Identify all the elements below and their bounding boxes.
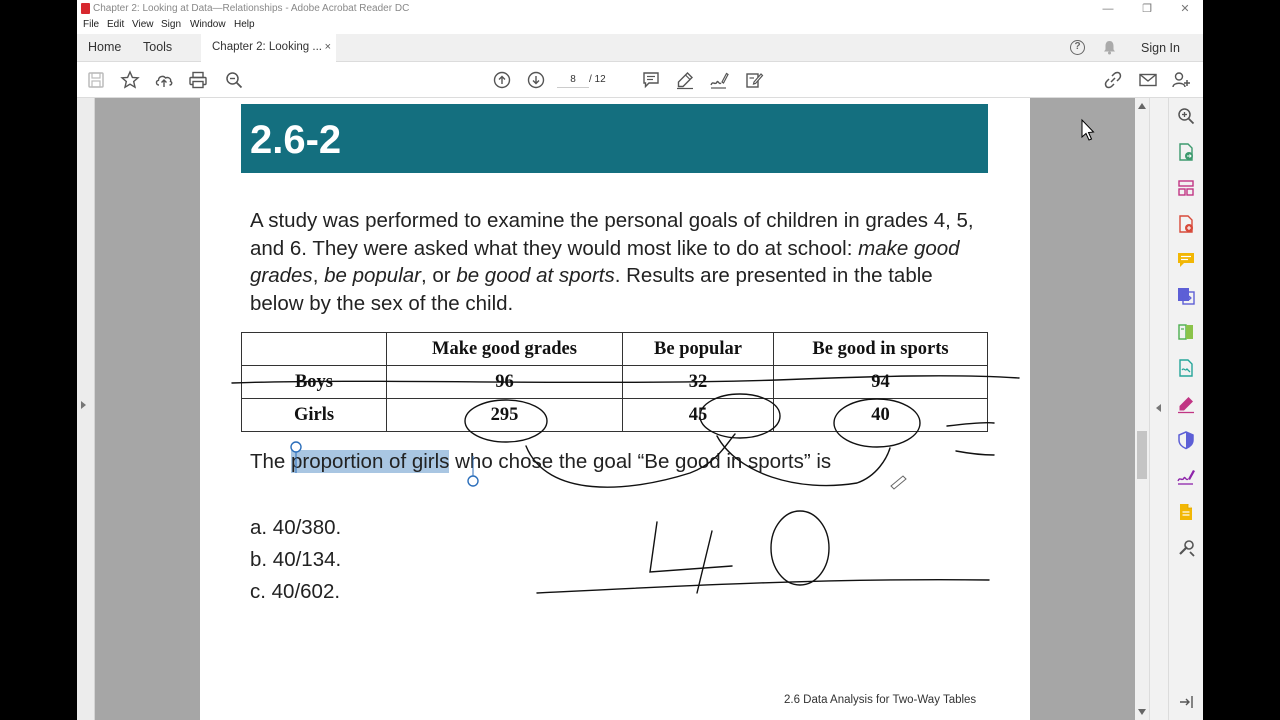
page-footer: 2.6 Data Analysis for Two-Way Tables bbox=[784, 694, 977, 706]
email-icon[interactable] bbox=[1138, 70, 1158, 90]
scan-icon[interactable] bbox=[1176, 502, 1196, 522]
combine-files-icon[interactable] bbox=[1176, 286, 1196, 306]
table-header-cell bbox=[241, 332, 387, 366]
more-tools-icon[interactable] bbox=[1176, 538, 1196, 558]
create-pdf-icon[interactable] bbox=[1176, 214, 1196, 234]
organize-pages-icon[interactable] bbox=[1176, 178, 1196, 198]
acrobat-window: Chapter 2: Looking at Data—Relationships… bbox=[77, 0, 1203, 720]
answer-option-c: c. 40/602. bbox=[250, 580, 341, 603]
restore-button[interactable]: ❐ bbox=[1132, 1, 1162, 17]
table-cell: 45 bbox=[622, 398, 774, 432]
table-cell: 295 bbox=[386, 398, 623, 432]
tab-home[interactable]: Home bbox=[88, 34, 121, 62]
menu-sign[interactable]: Sign bbox=[161, 19, 181, 30]
question-text: A study was performed to examine the per… bbox=[250, 209, 974, 315]
table-row: Boys 96 32 94 bbox=[241, 365, 988, 399]
comment-tool-icon[interactable] bbox=[1176, 250, 1196, 270]
zoom-out-icon[interactable] bbox=[224, 70, 244, 90]
tab-close-icon[interactable]: × bbox=[325, 34, 331, 61]
save-icon[interactable] bbox=[86, 70, 106, 90]
answer-option-b: b. 40/134. bbox=[250, 548, 342, 571]
print-icon[interactable] bbox=[188, 70, 208, 90]
close-window-button[interactable]: ✕ bbox=[1170, 1, 1200, 17]
scroll-down-icon[interactable] bbox=[1138, 709, 1146, 715]
bookmark-star-icon[interactable] bbox=[120, 70, 140, 90]
title-bar: Chapter 2: Looking at Data—Relationships… bbox=[77, 0, 1203, 18]
compress-pdf-icon[interactable] bbox=[1176, 322, 1196, 342]
table-cell: 32 bbox=[622, 365, 774, 399]
tab-bar: Home Tools Chapter 2: Looking ... × ? Si… bbox=[77, 34, 1203, 62]
minimize-button[interactable]: — bbox=[1093, 1, 1123, 17]
highlight-pen-icon[interactable] bbox=[675, 70, 695, 90]
mouse-pointer-icon bbox=[1081, 118, 1095, 141]
scrollbar-thumb[interactable] bbox=[1137, 431, 1147, 479]
upload-icon[interactable] bbox=[154, 70, 174, 90]
page-total: / 12 bbox=[589, 74, 606, 85]
add-user-icon[interactable] bbox=[1171, 70, 1191, 90]
navigation-pane-toggle[interactable] bbox=[77, 98, 95, 720]
send-for-signature-icon[interactable] bbox=[1176, 358, 1196, 378]
two-way-table: Make good grades Be popular Be good in s… bbox=[241, 332, 988, 432]
vertical-scrollbar[interactable] bbox=[1135, 98, 1149, 720]
tab-tools[interactable]: Tools bbox=[143, 34, 172, 62]
section-banner: 2.6-2 bbox=[241, 104, 988, 173]
prompt-text[interactable]: The proportion of girls who chose the go… bbox=[250, 449, 831, 475]
tools-pane bbox=[1149, 98, 1203, 720]
share-link-icon[interactable] bbox=[1103, 70, 1123, 90]
table-header-row: Make good grades Be popular Be good in s… bbox=[241, 332, 988, 366]
table-header-cell: Make good grades bbox=[386, 332, 623, 366]
comment-icon[interactable] bbox=[641, 70, 661, 90]
pdf-page[interactable]: 2.6-2 A study was performed to examine t… bbox=[200, 98, 1030, 720]
acrobat-pdf-icon bbox=[81, 3, 90, 14]
collapse-arrow-icon[interactable] bbox=[1156, 404, 1161, 412]
tab-document[interactable]: Chapter 2: Looking ... × bbox=[201, 34, 336, 62]
menu-window[interactable]: Window bbox=[190, 19, 226, 30]
answer-option-a: a. 40/380. bbox=[250, 516, 342, 539]
selected-text-highlight[interactable]: proportion of girls bbox=[291, 450, 450, 473]
table-cell: 40 bbox=[773, 398, 988, 432]
sign-icon[interactable] bbox=[709, 70, 729, 90]
page-number-input[interactable]: 8 bbox=[557, 72, 589, 88]
section-number: 2.6-2 bbox=[250, 118, 342, 162]
collapse-panel-icon[interactable] bbox=[1176, 692, 1196, 712]
table-cell: Girls bbox=[241, 398, 387, 432]
window-title: Chapter 2: Looking at Data—Relationships… bbox=[93, 3, 410, 14]
protect-icon[interactable] bbox=[1176, 430, 1196, 450]
table-cell: Boys bbox=[241, 365, 387, 399]
bell-icon[interactable] bbox=[1103, 40, 1116, 55]
export-pdf-icon[interactable] bbox=[1176, 142, 1196, 162]
scroll-up-icon[interactable] bbox=[1138, 103, 1146, 109]
toolbar: 8 / 12 bbox=[77, 62, 1203, 98]
fill-and-sign-icon[interactable] bbox=[1176, 394, 1196, 414]
table-cell: 96 bbox=[386, 365, 623, 399]
table-row: Girls 295 45 40 bbox=[241, 398, 988, 432]
expand-arrow-icon[interactable] bbox=[81, 401, 86, 409]
document-viewer[interactable]: 2.6-2 A study was performed to examine t… bbox=[77, 98, 1166, 720]
zoom-in-icon[interactable] bbox=[1176, 106, 1196, 126]
menu-edit[interactable]: Edit bbox=[107, 19, 124, 30]
table-header-cell: Be good in sports bbox=[773, 332, 988, 366]
table-header-cell: Be popular bbox=[622, 332, 774, 366]
table-cell: 94 bbox=[773, 365, 988, 399]
edit-pdf-icon[interactable] bbox=[1176, 466, 1196, 486]
menu-view[interactable]: View bbox=[132, 19, 154, 30]
page-up-icon[interactable] bbox=[492, 70, 512, 90]
menu-help[interactable]: Help bbox=[234, 19, 255, 30]
tab-document-label: Chapter 2: Looking ... bbox=[212, 41, 322, 53]
menu-file[interactable]: File bbox=[83, 19, 99, 30]
sign-in-button[interactable]: Sign In bbox=[1141, 34, 1180, 62]
page-down-icon[interactable] bbox=[526, 70, 546, 90]
menu-bar: File Edit View Sign Window Help bbox=[77, 18, 1203, 34]
fill-sign-icon[interactable] bbox=[744, 70, 764, 90]
help-icon[interactable]: ? bbox=[1070, 40, 1085, 55]
